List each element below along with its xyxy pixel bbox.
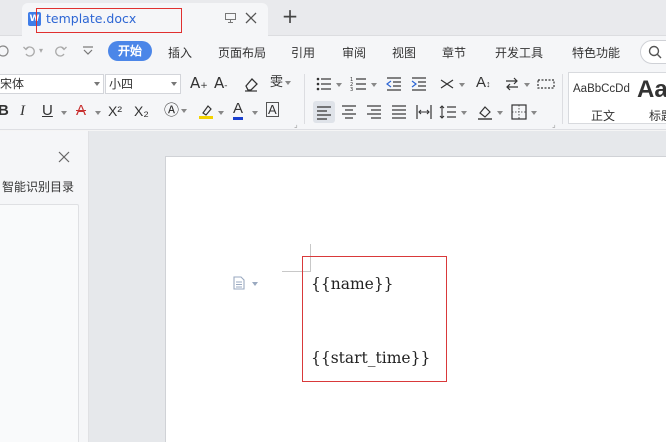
- phonetic-guide-icon[interactable]: 雯: [270, 74, 292, 92]
- align-right-button[interactable]: [365, 103, 383, 121]
- justify-button[interactable]: [390, 103, 408, 121]
- bullet-list-dropdown-icon[interactable]: [336, 83, 342, 87]
- shading-dropdown-icon[interactable]: [497, 111, 503, 115]
- text-direction-dropdown-icon[interactable]: [459, 83, 465, 87]
- search-icon: [648, 45, 662, 59]
- menu-sections[interactable]: 章节: [442, 44, 466, 61]
- font-name-value: 宋体: [0, 77, 25, 91]
- borders-icon[interactable]: [510, 103, 528, 121]
- customize-toolbar-icon[interactable]: [82, 46, 94, 56]
- menu-bar: ▾ 开始 插入 页面布局 引用 审阅 视图 章节 开发工具 特色功能: [0, 36, 666, 68]
- font-size-value: 小四: [109, 77, 134, 91]
- menu-developer-tools[interactable]: 开发工具: [495, 44, 543, 61]
- subscript-button[interactable]: X₂: [134, 102, 149, 120]
- menu-review[interactable]: 审阅: [342, 44, 366, 61]
- svg-text:3: 3: [350, 87, 353, 93]
- line-spacing-dropdown-icon[interactable]: [461, 111, 467, 115]
- menu-page-layout[interactable]: 页面布局: [218, 44, 266, 61]
- italic-button[interactable]: I: [20, 102, 25, 120]
- font-color-button[interactable]: A: [233, 101, 244, 120]
- smart-toc-panel: 智能识别目录: [0, 131, 89, 442]
- numbered-list-icon[interactable]: 1 2 3: [350, 75, 368, 93]
- text-effect-icon[interactable]: Ⓐ: [164, 102, 188, 120]
- align-left-button[interactable]: [313, 101, 335, 123]
- show-hide-marks-icon[interactable]: [537, 75, 555, 93]
- new-tab-button[interactable]: +: [281, 6, 299, 27]
- strikethrough-button[interactable]: A: [76, 102, 86, 120]
- bullet-list-icon[interactable]: [315, 75, 333, 93]
- shading-icon[interactable]: [476, 103, 494, 121]
- decrease-indent-icon[interactable]: [385, 75, 403, 93]
- close-tab-icon[interactable]: [245, 12, 257, 24]
- smart-toc-title[interactable]: 智能识别目录: [2, 178, 74, 195]
- sort-dropdown-icon[interactable]: [524, 83, 530, 87]
- template-field-name[interactable]: {{name}}: [311, 275, 394, 293]
- text-direction-icon[interactable]: [438, 75, 456, 93]
- strikethrough-dropdown-icon[interactable]: [95, 111, 101, 115]
- increase-indent-icon[interactable]: [410, 75, 428, 93]
- clear-format-icon[interactable]: [242, 75, 260, 93]
- search-button[interactable]: [640, 40, 666, 64]
- ribbon-separator: [562, 74, 563, 124]
- superscript-button[interactable]: X²: [108, 102, 122, 120]
- highlight-color-icon[interactable]: [197, 102, 215, 120]
- highlight-dropdown-icon[interactable]: [218, 111, 224, 115]
- styles-gallery: AaBbCcDd 正文 Aa 标题: [568, 72, 666, 124]
- undo-icon[interactable]: [22, 44, 36, 58]
- style-normal-sample[interactable]: AaBbCcDd: [573, 83, 630, 95]
- numbered-list-dropdown-icon[interactable]: [371, 83, 377, 87]
- ribbon-separator: [304, 74, 305, 124]
- font-size-select[interactable]: 小四: [105, 74, 181, 94]
- sort-icon[interactable]: [503, 75, 521, 93]
- close-panel-icon[interactable]: [58, 151, 70, 163]
- menu-special-features[interactable]: 特色功能: [572, 44, 620, 61]
- shrink-font-icon[interactable]: A-: [214, 74, 228, 95]
- grow-font-icon[interactable]: A+: [190, 74, 208, 95]
- chinese-layout-icon[interactable]: A↕: [476, 74, 491, 93]
- template-field-start-time[interactable]: {{start_time}}: [311, 349, 430, 367]
- distributed-align-button[interactable]: [415, 103, 433, 121]
- character-border-icon[interactable]: A: [266, 102, 279, 117]
- toc-list-area: [0, 204, 79, 442]
- menu-insert[interactable]: 插入: [168, 44, 192, 61]
- quick-access-icon[interactable]: [0, 44, 10, 58]
- tab-bar: W template.docx +: [0, 0, 666, 36]
- title-highlight-box: [36, 8, 182, 33]
- paragraph-layout-icon[interactable]: [233, 276, 245, 290]
- menu-view[interactable]: 视图: [392, 44, 416, 61]
- borders-dropdown-icon[interactable]: [531, 111, 537, 115]
- undo-dropdown-icon[interactable]: ▾: [39, 46, 43, 55]
- style-heading-sample[interactable]: Aa: [637, 76, 666, 104]
- style-heading-label[interactable]: 标题: [649, 107, 666, 124]
- bold-button[interactable]: B: [0, 102, 9, 120]
- redo-icon[interactable]: [54, 44, 68, 58]
- underline-dropdown-icon[interactable]: [61, 111, 67, 115]
- paragraph-layout-dropdown-icon[interactable]: [252, 282, 258, 286]
- line-spacing-icon[interactable]: [439, 103, 457, 121]
- underline-button[interactable]: U: [42, 102, 53, 120]
- style-normal-label[interactable]: 正文: [591, 107, 615, 124]
- align-center-button[interactable]: [340, 103, 358, 121]
- document-canvas: {{name}} {{start_time}}: [89, 131, 666, 442]
- pin-window-icon[interactable]: [225, 13, 236, 23]
- menu-home[interactable]: 开始: [108, 41, 153, 61]
- font-name-select[interactable]: 宋体: [0, 74, 104, 94]
- font-color-dropdown-icon[interactable]: [252, 111, 258, 115]
- menu-references[interactable]: 引用: [291, 44, 315, 61]
- ribbon-toolbar: 宋体 小四 A+ A- 雯 B I U A X² X₂ Ⓐ A A ⌟ 1 2 …: [0, 68, 666, 130]
